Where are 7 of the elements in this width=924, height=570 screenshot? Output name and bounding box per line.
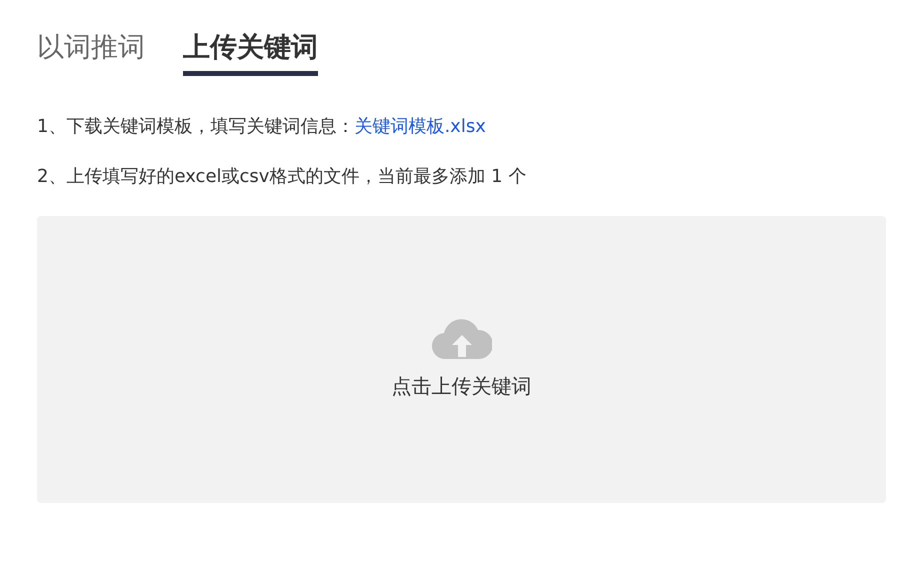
upload-label: 点击上传关键词: [392, 373, 532, 400]
instruction-text: 2、上传填写好的excel或csv格式的文件，当前最多添加 1 个: [37, 165, 528, 190]
template-link[interactable]: 关键词模板.xlsx: [354, 116, 486, 138]
tab[interactable]: 以词推词: [37, 30, 145, 76]
instruction-text: 1、下载关键词模板，填写关键词信息：关键词模板.xlsx: [37, 115, 487, 140]
upload-area[interactable]: 点击上传关键词: [37, 216, 886, 504]
tab[interactable]: 上传关键词: [183, 30, 318, 76]
